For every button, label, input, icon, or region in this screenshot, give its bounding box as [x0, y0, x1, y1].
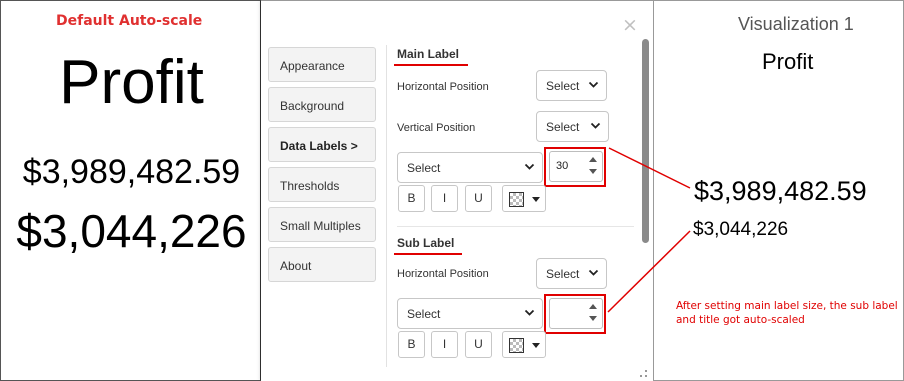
right-sub-value: $3,044,226 — [693, 219, 789, 240]
pane-divider — [386, 45, 387, 367]
annotation-note: After setting main label size, the sub l… — [676, 300, 898, 326]
chevron-down-icon — [588, 269, 599, 276]
pane-scrollbar[interactable] — [642, 39, 649, 243]
left-title: Profit — [59, 48, 204, 117]
sub-label-heading: Sub Label — [397, 236, 455, 250]
main-font-family-select[interactable]: Select — [397, 152, 543, 183]
stepper-up-icon[interactable] — [589, 304, 597, 309]
sub-italic-button[interactable]: I — [431, 331, 458, 358]
select-value: Select — [546, 267, 580, 281]
color-swatch-icon — [509, 192, 524, 207]
close-icon[interactable]: × — [622, 14, 638, 36]
stepper-arrows — [587, 151, 601, 180]
main-vertical-position-label: Vertical Position — [397, 122, 476, 134]
main-font-size-stepper[interactable]: 30 — [544, 147, 606, 187]
main-horizontal-position-select[interactable]: Select — [536, 70, 607, 101]
sub-font-family-select[interactable]: Select — [397, 298, 543, 329]
left-main-value: $3,989,482.59 — [22, 153, 241, 191]
chevron-down-icon — [590, 122, 601, 129]
tab-data-labels[interactable]: Data Labels > — [268, 127, 376, 162]
main-horizontal-position-label: Horizontal Position — [397, 81, 489, 93]
sub-label-underline — [394, 253, 462, 255]
visualization-name: Visualization 1 — [738, 14, 854, 34]
main-italic-button[interactable]: I — [431, 185, 458, 212]
chevron-down-icon — [524, 163, 535, 170]
chevron-down-icon — [588, 81, 599, 88]
tab-small-multiples[interactable]: Small Multiples — [268, 207, 376, 242]
stepper-down-icon[interactable] — [589, 316, 597, 321]
tab-background[interactable]: Background — [268, 87, 376, 122]
caret-down-icon — [532, 343, 540, 348]
tab-thresholds[interactable]: Thresholds — [268, 167, 376, 202]
sub-font-size-stepper[interactable] — [544, 294, 606, 334]
right-main-value: $3,989,482.59 — [694, 176, 867, 206]
stepper-arrows — [587, 298, 601, 327]
main-color-picker[interactable] — [502, 185, 546, 212]
main-vertical-position-select[interactable]: Select — [536, 111, 609, 142]
main-bold-button[interactable]: B — [398, 185, 425, 212]
left-visual-panel: Default Auto-scale Profit $3,989,482.59 … — [0, 0, 261, 381]
format-pane: × Appearance Background Data Labels > Th… — [261, 0, 653, 381]
right-title: Profit — [762, 49, 814, 74]
caret-down-icon — [532, 197, 540, 202]
select-value: Select — [407, 307, 441, 321]
tab-appearance[interactable]: Appearance — [268, 47, 376, 82]
sub-color-picker[interactable] — [502, 331, 546, 358]
sub-horizontal-position-label: Horizontal Position — [397, 268, 489, 280]
right-visual-panel: Visualization 1 Profit $3,989,482.59 $3,… — [653, 0, 904, 381]
main-label-underline — [394, 64, 468, 66]
color-swatch-icon — [509, 338, 524, 353]
section-divider — [397, 226, 634, 227]
chevron-down-icon — [524, 309, 535, 316]
sub-bold-button[interactable]: B — [398, 331, 425, 358]
select-value: Select — [407, 161, 441, 175]
main-label-heading: Main Label — [397, 47, 460, 61]
sub-underline-button[interactable]: U — [465, 331, 492, 358]
resize-grip-icon[interactable] — [637, 367, 647, 377]
stepper-down-icon[interactable] — [589, 169, 597, 174]
select-value: Select — [546, 120, 580, 134]
select-value: Select — [546, 79, 580, 93]
stepper-up-icon[interactable] — [589, 157, 597, 162]
tab-about[interactable]: About — [268, 247, 376, 282]
main-underline-button[interactable]: U — [465, 185, 492, 212]
left-sub-value: $3,044,226 — [16, 205, 247, 257]
left-caption: Default Auto-scale — [56, 13, 203, 29]
sub-horizontal-position-select[interactable]: Select — [536, 258, 607, 289]
